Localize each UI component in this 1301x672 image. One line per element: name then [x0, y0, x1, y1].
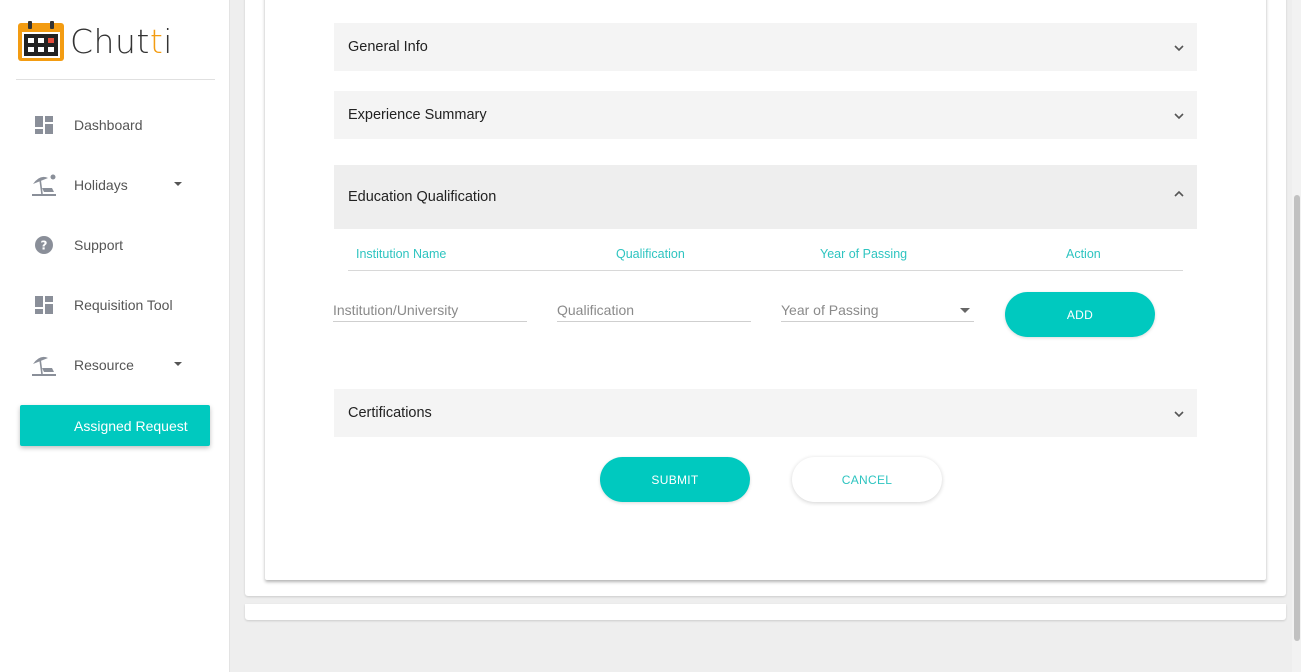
panel-experience-summary[interactable]: Experience Summary: [334, 91, 1197, 139]
scrollbar-thumb[interactable]: [1294, 195, 1300, 641]
qualification-field: [557, 300, 751, 322]
column-header-year: Year of Passing: [820, 247, 908, 261]
help-icon: ?: [30, 231, 58, 259]
footer-card: [245, 604, 1286, 620]
cancel-button[interactable]: CANCEL: [792, 457, 942, 502]
sidebar-item-assigned-request[interactable]: Assigned Request: [20, 405, 210, 446]
caret-down-icon: [174, 182, 182, 186]
panel-title: Education Qualification: [348, 189, 497, 205]
sidebar-item-label: Dashboard: [74, 117, 143, 133]
sidebar-item-holidays[interactable]: Holidays: [30, 165, 200, 205]
dashboard-icon: [30, 291, 58, 319]
panel-title: Certifications: [348, 405, 432, 421]
add-button-label: ADD: [1066, 307, 1094, 322]
table-header-divider: [348, 270, 1183, 271]
sidebar-item-dashboard[interactable]: Dashboard: [30, 105, 200, 145]
column-header-qualification: Qualification: [616, 247, 685, 261]
panel-general-info[interactable]: General Info: [334, 23, 1197, 71]
sidebar-item-label: Assigned Request: [74, 417, 188, 434]
qualification-input[interactable]: [557, 302, 751, 318]
brand-name-tail: i: [163, 21, 173, 61]
sidebar-item-label: Holidays: [74, 177, 128, 193]
sidebar-item-support[interactable]: ? Support: [30, 225, 200, 265]
caret-down-icon: [174, 362, 182, 366]
sidebar-item-requisition-tool[interactable]: Requisition Tool: [30, 285, 200, 325]
year-of-passing-placeholder: Year of Passing: [781, 302, 879, 318]
sidebar-item-resource[interactable]: Resource: [30, 345, 200, 385]
panel-title: Experience Summary: [348, 107, 487, 123]
form-card: [265, 0, 1266, 580]
panel-title: General Info: [348, 39, 428, 55]
sidebar: Chutti Dashboard Holidays ? Support Requ…: [0, 0, 230, 672]
beach-icon: [30, 351, 58, 379]
sidebar-divider: [16, 79, 215, 80]
brand-logo[interactable]: Chutti: [18, 20, 173, 62]
chevron-down-icon: [1173, 407, 1185, 419]
beach-icon: [30, 171, 58, 199]
chevron-down-icon: [1173, 109, 1185, 121]
institution-input[interactable]: [333, 302, 527, 318]
panel-education-qualification[interactable]: Education Qualification: [334, 165, 1197, 229]
dashboard-icon: [30, 111, 58, 139]
submit-button[interactable]: SUBMIT: [600, 457, 750, 502]
sidebar-item-label: Support: [74, 237, 124, 253]
year-of-passing-select[interactable]: Year of Passing: [781, 300, 974, 322]
add-button[interactable]: ADD: [1005, 292, 1155, 337]
column-header-institution: Institution Name: [356, 247, 447, 261]
svg-text:?: ?: [41, 239, 48, 253]
cancel-button-label: CANCEL: [841, 472, 893, 487]
sidebar-item-label: Resource: [74, 357, 134, 373]
institution-field: [333, 300, 527, 322]
chevron-up-icon: [1173, 187, 1185, 199]
submit-button-label: SUBMIT: [651, 472, 699, 487]
panel-certifications[interactable]: Certifications: [334, 389, 1197, 437]
column-header-action: Action: [1066, 247, 1101, 261]
caret-down-icon: [960, 308, 970, 313]
brand-name-main: Chut: [70, 21, 150, 61]
brand-name-accent: t: [149, 21, 164, 61]
chevron-down-icon: [1173, 41, 1185, 53]
sidebar-item-label: Requisition Tool: [74, 297, 173, 313]
calendar-logo-icon: [18, 21, 64, 61]
brand-name: Chutti: [70, 22, 173, 61]
